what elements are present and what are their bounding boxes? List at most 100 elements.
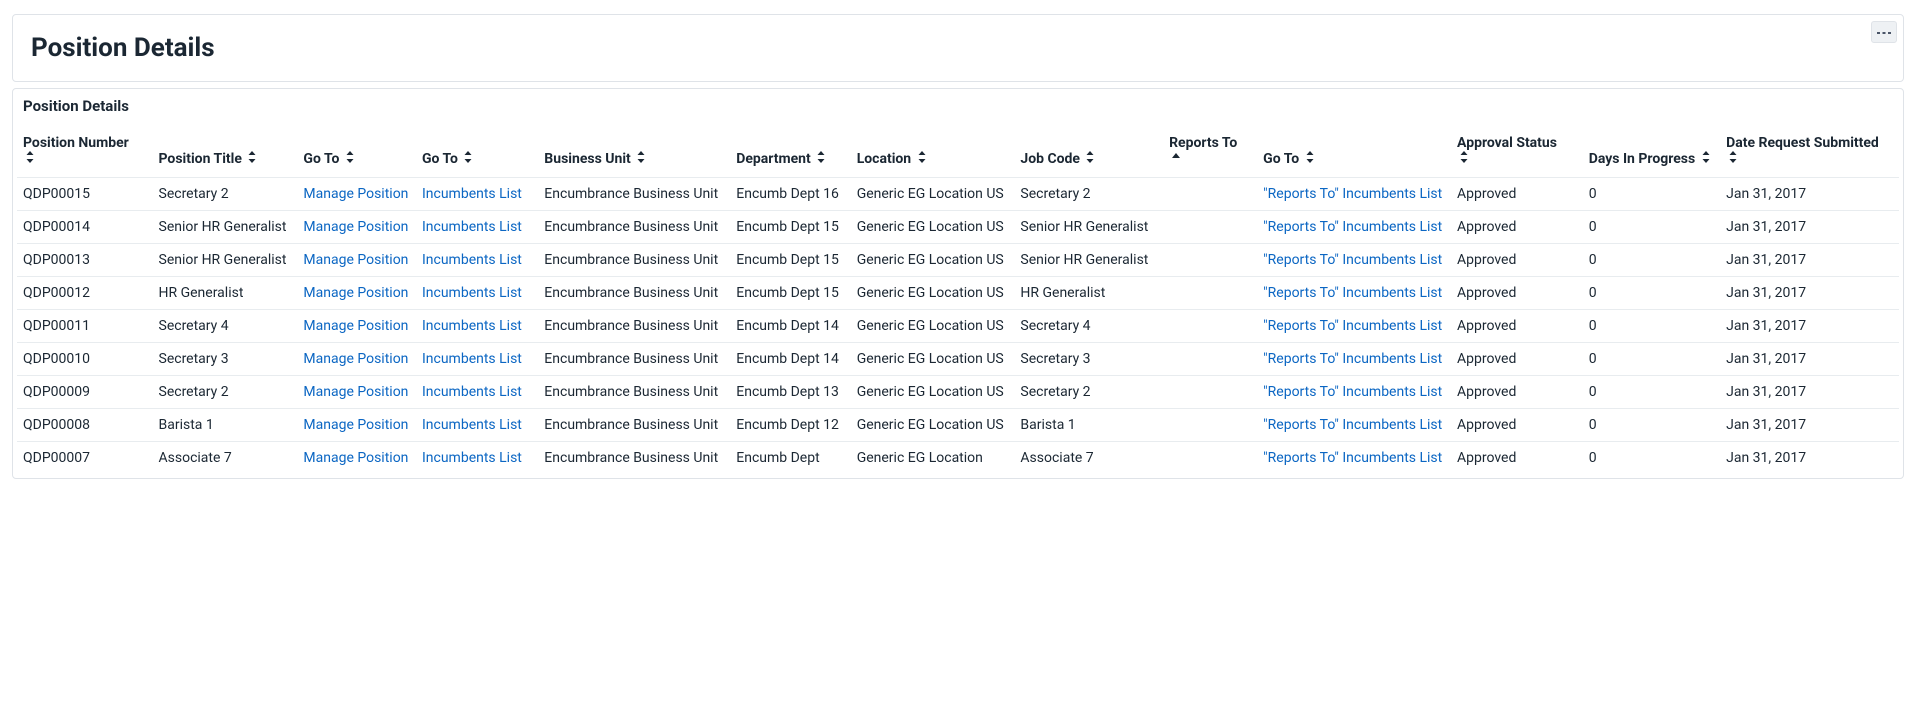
cell-days-in-progress: 0 <box>1583 244 1720 277</box>
cell-business-unit: Encumbrance Business Unit <box>538 343 730 376</box>
column-header-approval_status[interactable]: Approval Status <box>1451 125 1583 178</box>
column-header-label: Position Title <box>159 151 242 167</box>
cell-position-title: Secretary 3 <box>153 343 298 376</box>
cell-approval-status: Approved <box>1451 277 1583 310</box>
column-header-business_unit[interactable]: Business Unit <box>538 125 730 178</box>
manage-position-link[interactable]: Manage Position <box>303 252 408 268</box>
manage-position-link[interactable]: Manage Position <box>303 318 408 334</box>
incumbents-list-link-cell: Incumbents List <box>416 343 538 376</box>
column-header-date_submitted[interactable]: Date Request Submitted <box>1720 125 1899 178</box>
manage-position-link-cell: Manage Position <box>297 409 416 442</box>
column-header-goto1[interactable]: Go To <box>297 125 416 178</box>
reports-to-incumbents-link[interactable]: "Reports To" Incumbents List <box>1263 417 1442 433</box>
manage-position-link[interactable]: Manage Position <box>303 384 408 400</box>
manage-position-link-cell: Manage Position <box>297 277 416 310</box>
column-header-position_number[interactable]: Position Number <box>17 125 153 178</box>
cell-department: Encumb Dept 16 <box>730 178 850 211</box>
page-header-card: Position Details <box>12 14 1904 82</box>
cell-position-number: QDP00010 <box>17 343 153 376</box>
incumbents-list-link-cell: Incumbents List <box>416 409 538 442</box>
cell-date-submitted: Jan 31, 2017 <box>1720 277 1899 310</box>
cell-date-submitted: Jan 31, 2017 <box>1720 409 1899 442</box>
incumbents-list-link[interactable]: Incumbents List <box>422 318 522 334</box>
manage-position-link-cell: Manage Position <box>297 343 416 376</box>
cell-position-title: Secretary 4 <box>153 310 298 343</box>
column-header-label: Job Code <box>1020 151 1080 167</box>
cell-days-in-progress: 0 <box>1583 178 1720 211</box>
cell-date-submitted: Jan 31, 2017 <box>1720 343 1899 376</box>
reports-to-incumbents-link[interactable]: "Reports To" Incumbents List <box>1263 351 1442 367</box>
incumbents-list-link[interactable]: Incumbents List <box>422 450 522 466</box>
cell-department: Encumb Dept 14 <box>730 310 850 343</box>
sort-both-icon <box>917 151 927 167</box>
sort-both-icon <box>1459 151 1469 167</box>
incumbents-list-link[interactable]: Incumbents List <box>422 351 522 367</box>
column-header-department[interactable]: Department <box>730 125 850 178</box>
cell-days-in-progress: 0 <box>1583 376 1720 409</box>
reports-to-incumbents-link[interactable]: "Reports To" Incumbents List <box>1263 384 1442 400</box>
cell-business-unit: Encumbrance Business Unit <box>538 310 730 343</box>
cell-business-unit: Encumbrance Business Unit <box>538 442 730 475</box>
incumbents-list-link-cell: Incumbents List <box>416 310 538 343</box>
incumbents-list-link[interactable]: Incumbents List <box>422 384 522 400</box>
cell-location: Generic EG Location US <box>851 343 1015 376</box>
column-header-goto2[interactable]: Go To <box>416 125 538 178</box>
grid-title: Position Details <box>13 89 1903 125</box>
cell-job-code: Senior HR Generalist <box>1014 244 1163 277</box>
cell-job-code: Barista 1 <box>1014 409 1163 442</box>
cell-position-number: QDP00007 <box>17 442 153 475</box>
manage-position-link[interactable]: Manage Position <box>303 351 408 367</box>
manage-position-link-cell: Manage Position <box>297 211 416 244</box>
column-header-days_in_progress[interactable]: Days In Progress <box>1583 125 1720 178</box>
manage-position-link[interactable]: Manage Position <box>303 186 408 202</box>
reports-to-incumbents-link[interactable]: "Reports To" Incumbents List <box>1263 252 1442 268</box>
cell-position-number: QDP00014 <box>17 211 153 244</box>
sort-both-icon <box>636 151 646 167</box>
reports-to-incumbents-link[interactable]: "Reports To" Incumbents List <box>1263 219 1442 235</box>
cell-job-code: Secretary 2 <box>1014 376 1163 409</box>
column-header-job_code[interactable]: Job Code <box>1014 125 1163 178</box>
incumbents-list-link[interactable]: Incumbents List <box>422 417 522 433</box>
cell-department: Encumb Dept 15 <box>730 211 850 244</box>
column-header-label: Date Request Submitted <box>1726 135 1879 151</box>
reports-to-incumbents-link[interactable]: "Reports To" Incumbents List <box>1263 186 1442 202</box>
manage-position-link[interactable]: Manage Position <box>303 219 408 235</box>
column-header-reports_to[interactable]: Reports To <box>1163 125 1257 178</box>
position-details-table: Position Number Position Title Go To Go T… <box>17 125 1899 474</box>
cell-date-submitted: Jan 31, 2017 <box>1720 310 1899 343</box>
column-header-label: Approval Status <box>1457 135 1557 151</box>
column-header-location[interactable]: Location <box>851 125 1015 178</box>
column-header-goto3[interactable]: Go To <box>1257 125 1451 178</box>
cell-position-title: Senior HR Generalist <box>153 211 298 244</box>
cell-days-in-progress: 0 <box>1583 277 1720 310</box>
incumbents-list-link[interactable]: Incumbents List <box>422 252 522 268</box>
manage-position-link[interactable]: Manage Position <box>303 450 408 466</box>
cell-approval-status: Approved <box>1451 409 1583 442</box>
manage-position-link[interactable]: Manage Position <box>303 285 408 301</box>
table-row: QDP00012HR GeneralistManage PositionIncu… <box>17 277 1899 310</box>
reports-to-incumbents-link[interactable]: "Reports To" Incumbents List <box>1263 285 1442 301</box>
cell-approval-status: Approved <box>1451 244 1583 277</box>
cell-location: Generic EG Location US <box>851 310 1015 343</box>
cell-days-in-progress: 0 <box>1583 211 1720 244</box>
reports-to-incumbents-link[interactable]: "Reports To" Incumbents List <box>1263 450 1442 466</box>
cell-approval-status: Approved <box>1451 310 1583 343</box>
cell-reports-to <box>1163 277 1257 310</box>
manage-position-link-cell: Manage Position <box>297 310 416 343</box>
incumbents-list-link[interactable]: Incumbents List <box>422 186 522 202</box>
incumbents-list-link[interactable]: Incumbents List <box>422 285 522 301</box>
incumbents-list-link[interactable]: Incumbents List <box>422 219 522 235</box>
column-header-position_title[interactable]: Position Title <box>153 125 298 178</box>
column-header-label: Go To <box>303 151 339 167</box>
manage-position-link[interactable]: Manage Position <box>303 417 408 433</box>
cell-location: Generic EG Location US <box>851 244 1015 277</box>
cell-department: Encumb Dept 13 <box>730 376 850 409</box>
cell-approval-status: Approved <box>1451 211 1583 244</box>
cell-position-number: QDP00008 <box>17 409 153 442</box>
reports-to-incumbents-link[interactable]: "Reports To" Incumbents List <box>1263 318 1442 334</box>
cell-date-submitted: Jan 31, 2017 <box>1720 376 1899 409</box>
card-actions-button[interactable] <box>1871 21 1897 43</box>
reports-to-incumbents-link-cell: "Reports To" Incumbents List <box>1257 376 1451 409</box>
cell-business-unit: Encumbrance Business Unit <box>538 244 730 277</box>
reports-to-incumbents-link-cell: "Reports To" Incumbents List <box>1257 310 1451 343</box>
